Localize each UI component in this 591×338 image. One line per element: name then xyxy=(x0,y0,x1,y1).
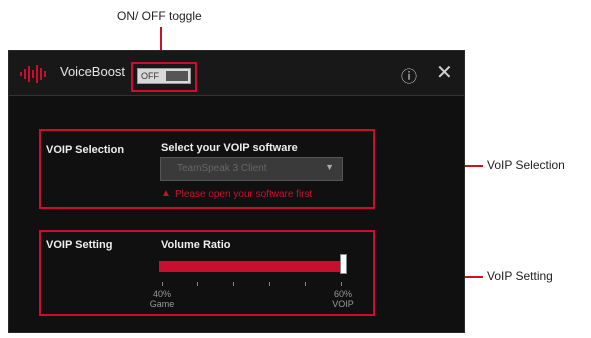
ratio-max-pct: 60% xyxy=(333,289,352,299)
slider-tick xyxy=(162,282,163,286)
voip-software-prompt: Select your VOIP software xyxy=(161,142,298,154)
dropdown-selected-value: TeamSpeak 3 Client xyxy=(177,163,267,174)
volume-ratio-slider-handle[interactable] xyxy=(340,254,347,274)
voip-setting-title: VOIP Setting xyxy=(46,239,113,251)
voip-software-dropdown[interactable]: TeamSpeak 3 Client ▼ xyxy=(160,157,343,181)
app-title: VoiceBoost xyxy=(60,64,126,79)
ratio-min-name: Game xyxy=(149,299,175,309)
voiceboost-window: VoiceBoost OFF ⓘ ✕ VOIP Selection Select… xyxy=(8,50,465,333)
slider-tick xyxy=(269,282,270,286)
callout-voip-selection-label: VoIP Selection xyxy=(487,158,565,172)
warning-message: Please open your software first xyxy=(175,189,313,200)
chevron-down-icon: ▼ xyxy=(325,162,334,172)
titlebar: VoiceBoost OFF ⓘ ✕ xyxy=(9,51,464,96)
info-icon[interactable]: ⓘ xyxy=(401,63,417,87)
voiceboost-waveform-icon xyxy=(20,65,46,83)
warning-triangle-icon: ▲ xyxy=(161,188,171,199)
close-icon[interactable]: ✕ xyxy=(436,60,453,85)
volume-ratio-label: Volume Ratio xyxy=(161,239,231,251)
toggle-state-label: OFF xyxy=(141,71,159,81)
voip-selection-title: VOIP Selection xyxy=(46,144,125,156)
slider-tick xyxy=(341,282,342,286)
callout-toggle-label: ON/ OFF toggle xyxy=(117,9,202,23)
slider-tick xyxy=(305,282,306,286)
ratio-min-pct: 40% xyxy=(152,289,171,299)
callout-voip-setting-label: VoIP Setting xyxy=(487,269,553,283)
toggle-knob xyxy=(166,71,188,81)
ratio-max-name: VOIP xyxy=(332,299,354,309)
slider-tick xyxy=(197,282,198,286)
slider-tick xyxy=(233,282,234,286)
on-off-toggle[interactable]: OFF xyxy=(137,68,191,84)
volume-ratio-slider-track[interactable] xyxy=(159,261,343,272)
ratio-max-label: 60% VOIP xyxy=(328,289,358,309)
ratio-min-label: 40% Game xyxy=(147,289,177,309)
